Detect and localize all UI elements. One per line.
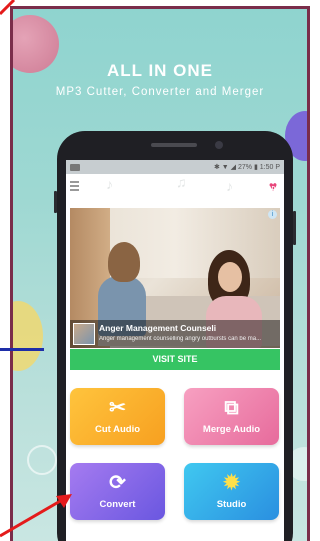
pointer-arrow-line [0,498,63,538]
annotation-arrows [0,0,72,538]
top-arrow-line [0,0,16,16]
